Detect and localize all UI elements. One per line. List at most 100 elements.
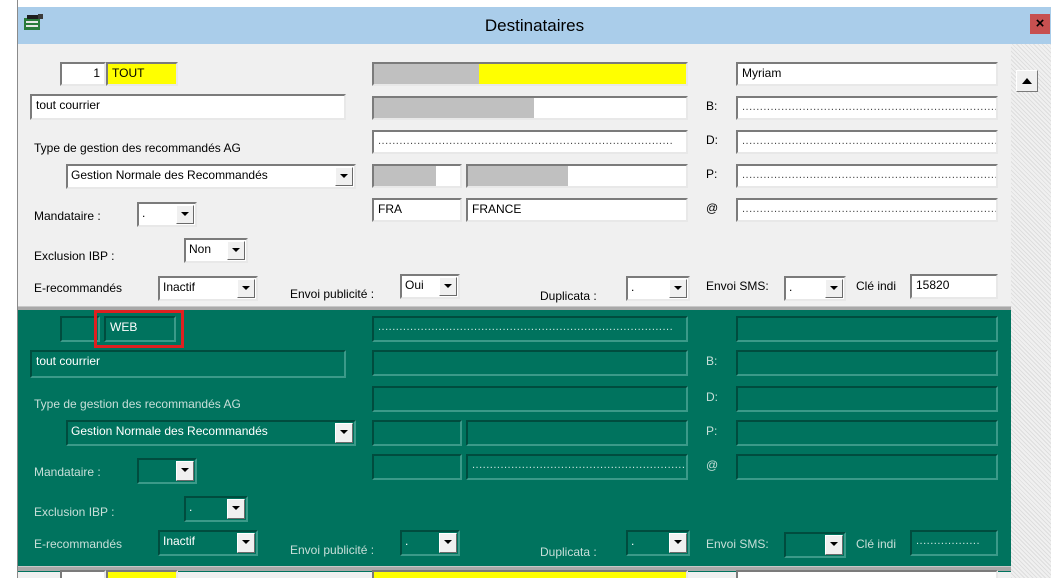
duplicata-dropdown-button[interactable] — [669, 279, 687, 298]
type-gestion-label-2: Type de gestion des recommandés AG — [34, 397, 241, 411]
contact-name-field-3[interactable] — [736, 570, 998, 578]
b-field[interactable]: ........................................… — [736, 96, 998, 120]
gestion-dropdown-button-2[interactable] — [335, 423, 353, 443]
chevron-down-icon — [181, 212, 189, 216]
erecommandes-select[interactable]: Inactif — [158, 276, 258, 301]
record-number-field-3[interactable] — [60, 570, 106, 578]
type-gestion-label: Type de gestion des recommandés AG — [34, 141, 241, 155]
cle-indi-label: Clé indi — [856, 279, 897, 293]
exclusion-dropdown-button-2[interactable] — [227, 499, 245, 519]
b-label-2: B: — [706, 354, 718, 368]
erecommandes-select-2[interactable]: Inactif — [158, 530, 258, 556]
address-line-2-field[interactable]: ........................................… — [372, 130, 688, 154]
erecommandes-label-2: E-recommandés — [34, 537, 123, 551]
envoi-sms-select[interactable]: . — [784, 276, 846, 301]
postcode-field[interactable] — [372, 164, 462, 188]
b-label: B: — [706, 99, 718, 113]
p-label-2: P: — [706, 424, 718, 438]
selection-highlight — [94, 310, 184, 348]
d-field-2[interactable] — [736, 386, 998, 412]
country-name-field-2[interactable]: ........................................… — [466, 454, 688, 480]
duplicata-dropdown-button-2[interactable] — [669, 533, 687, 553]
erecommandes-dropdown-button[interactable] — [237, 279, 255, 298]
p-label: P: — [706, 167, 718, 181]
chevron-down-icon — [444, 540, 452, 544]
envoi-publicite-value: Oui — [405, 278, 424, 292]
left-edge — [0, 0, 18, 578]
courrier-field[interactable]: tout courrier — [30, 94, 346, 120]
mandataire-dropdown-button[interactable] — [176, 205, 194, 224]
gestion-value: Gestion Normale des Recommandés — [71, 168, 268, 182]
email-at-label-2: @ — [706, 458, 719, 472]
gestion-select-2[interactable]: Gestion Normale des Recommandés — [66, 420, 356, 446]
erecommandes-label: E-recommandés — [34, 281, 123, 295]
email-field[interactable]: ........................................… — [736, 198, 998, 222]
address-line-1-field[interactable] — [372, 96, 688, 120]
name-field-2[interactable]: ........................................… — [372, 316, 688, 342]
d-label-2: D: — [706, 390, 718, 404]
erecommandes-value-2: Inactif — [163, 534, 196, 548]
exclusion-ibp-label: Exclusion IBP : — [34, 249, 115, 263]
name-field-3[interactable] — [372, 570, 688, 578]
name-field[interactable] — [372, 62, 688, 86]
courrier-field-2[interactable]: tout courrier — [30, 350, 346, 378]
chevron-down-icon — [444, 284, 452, 288]
email-field-2[interactable] — [736, 454, 998, 480]
envoi-sms-label: Envoi SMS: — [706, 279, 769, 293]
city-field[interactable] — [466, 164, 688, 188]
duplicata-select[interactable]: . — [626, 276, 690, 301]
contact-name-field[interactable]: Myriam — [736, 62, 998, 86]
exclusion-ibp-select-2[interactable]: . — [184, 496, 248, 522]
postcode-field-2[interactable] — [372, 420, 462, 446]
country-code-field[interactable]: FRA — [372, 198, 462, 222]
envoi-publicite-select[interactable]: Oui — [400, 274, 460, 299]
address-line-1-field-2[interactable] — [372, 350, 688, 376]
duplicata-value-2: . — [631, 534, 635, 548]
close-button[interactable]: × — [1030, 14, 1050, 34]
record-number-field[interactable]: 1 — [60, 62, 106, 86]
d-field[interactable]: ........................................… — [736, 130, 998, 154]
chevron-down-icon — [674, 540, 682, 544]
envoi-sms-select-2[interactable] — [784, 532, 846, 558]
mandataire-label: Mandataire : — [34, 209, 101, 223]
publicite-dropdown-button-2[interactable] — [439, 533, 457, 553]
record-code-field[interactable]: TOUT — [106, 62, 178, 86]
mandataire-select-2[interactable] — [137, 458, 197, 484]
chevron-down-icon — [340, 174, 348, 178]
sms-dropdown-button-2[interactable] — [825, 535, 843, 555]
chevron-down-icon — [340, 430, 348, 434]
record-code-field-3[interactable] — [106, 570, 178, 578]
gestion-dropdown-button[interactable] — [335, 167, 353, 186]
mandataire-dropdown-button-2[interactable] — [176, 461, 194, 481]
envoi-publicite-value-2: . — [405, 534, 409, 548]
cle-indi-field[interactable]: 15820 — [910, 274, 998, 299]
vertical-scrollbar[interactable] — [1011, 44, 1051, 578]
publicite-dropdown-button[interactable] — [439, 277, 457, 296]
sms-dropdown-button[interactable] — [825, 279, 843, 298]
app-icon — [22, 12, 46, 34]
envoi-publicite-label: Envoi publicité : — [290, 287, 375, 301]
chevron-up-icon — [1022, 78, 1032, 84]
gestion-select[interactable]: Gestion Normale des Recommandés — [66, 164, 356, 189]
address-line-2-field-2[interactable] — [372, 386, 688, 412]
gestion-value-2: Gestion Normale des Recommandés — [71, 424, 268, 438]
exclusion-dropdown-button[interactable] — [227, 241, 245, 260]
b-field-2[interactable] — [736, 350, 998, 376]
erecommandes-dropdown-button-2[interactable] — [237, 533, 255, 553]
p-field[interactable]: ........................................… — [736, 164, 998, 188]
envoi-publicite-label-2: Envoi publicité : — [290, 543, 375, 557]
country-code-field-2[interactable] — [372, 454, 462, 480]
cle-indi-field-2[interactable]: .................. — [910, 530, 998, 556]
envoi-publicite-select-2[interactable]: . — [400, 530, 460, 556]
mandataire-select[interactable]: . — [137, 202, 197, 227]
window-title: Destinataires — [484, 16, 585, 35]
exclusion-ibp-value-2: . — [189, 500, 193, 514]
chevron-down-icon — [674, 286, 682, 290]
contact-name-field-2[interactable] — [736, 316, 998, 342]
exclusion-ibp-select[interactable]: Non — [184, 238, 248, 263]
duplicata-select-2[interactable]: . — [626, 530, 690, 556]
country-name-field[interactable]: FRANCE — [466, 198, 688, 222]
city-field-2[interactable] — [466, 420, 688, 446]
p-field-2[interactable] — [736, 420, 998, 446]
scroll-up-button[interactable] — [1016, 70, 1038, 92]
